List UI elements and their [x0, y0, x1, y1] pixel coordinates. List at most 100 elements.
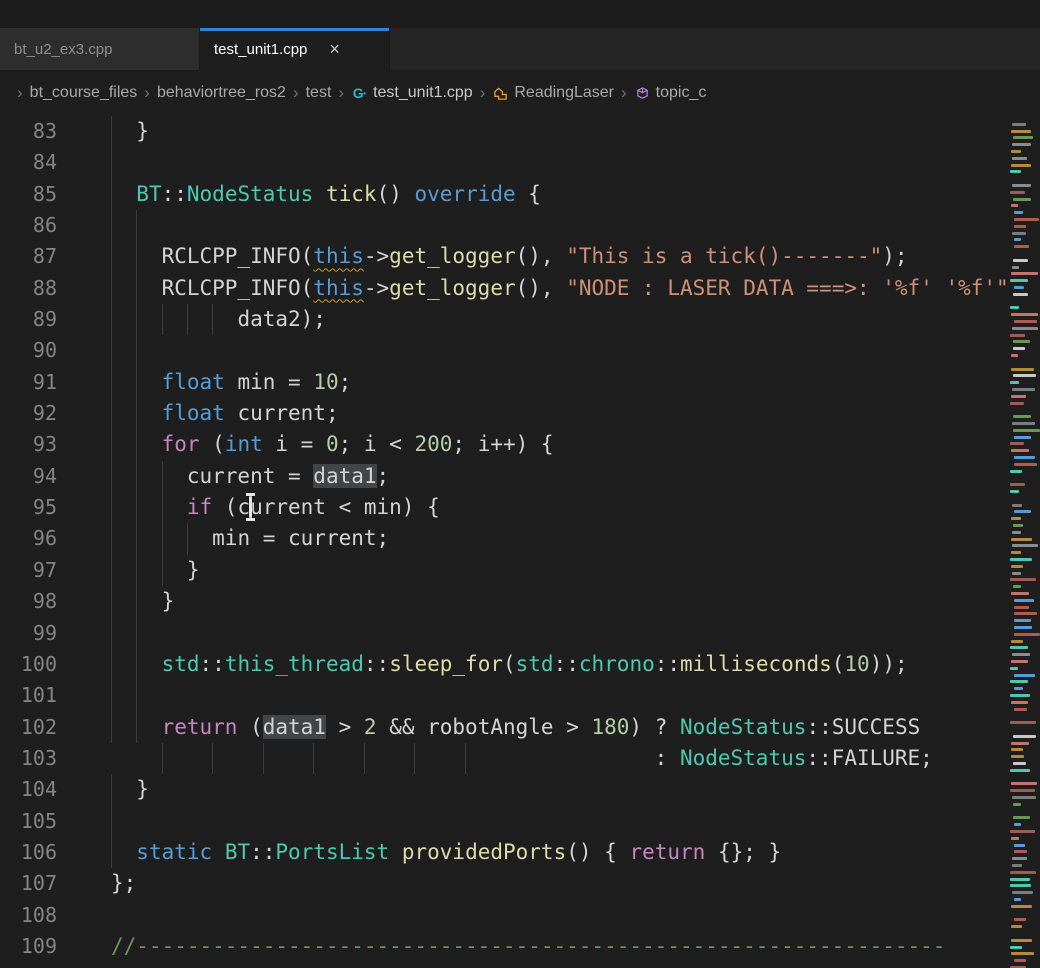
code-line[interactable]: 100 std::this_thread::sleep_for(std::chr…: [0, 649, 1008, 680]
code-line-content[interactable]: RCLCPP_INFO(this->get_logger(), "NODE : …: [57, 273, 1008, 304]
minimap-line: [1013, 585, 1021, 588]
minimap[interactable]: [1008, 116, 1040, 968]
code-line[interactable]: 101: [0, 680, 1008, 711]
code-line[interactable]: 106 static BT::PortsList providedPorts()…: [0, 837, 1008, 868]
code-line-content[interactable]: [57, 147, 1008, 178]
breadcrumb-item-behaviortree-ros2[interactable]: behaviortree_ros2: [157, 84, 286, 102]
code-line-content[interactable]: [57, 618, 1008, 649]
code-line[interactable]: 88 RCLCPP_INFO(this->get_logger(), "NODE…: [0, 273, 1008, 304]
code-line[interactable]: 84: [0, 147, 1008, 178]
code-line-content[interactable]: data2);: [57, 304, 1008, 335]
code-line-content[interactable]: RCLCPP_INFO(this->get_logger(), "This is…: [57, 241, 1008, 272]
breadcrumb-item-test-unit1-cpp[interactable]: G·test_unit1.cpp: [351, 84, 473, 102]
minimap-line: [1010, 279, 1028, 282]
code-line[interactable]: 99: [0, 618, 1008, 649]
code-line[interactable]: 95 if (current < min) {: [0, 492, 1008, 523]
indent-guide: [111, 116, 112, 147]
code-line[interactable]: 105: [0, 806, 1008, 837]
code-indent: [111, 182, 136, 206]
indent-guide: [364, 743, 365, 774]
code-line[interactable]: 103 : NodeStatus::FAILURE;: [0, 743, 1008, 774]
minimap-line: [1011, 701, 1028, 704]
code-line[interactable]: 96 min = current;: [0, 523, 1008, 554]
code-line[interactable]: 109//-----------------------------------…: [0, 931, 1008, 962]
code-area[interactable]: 83 }8485 BT::NodeStatus tick() override …: [0, 116, 1008, 968]
code-line[interactable]: 91 float min = 10;: [0, 367, 1008, 398]
indent-guide: [111, 492, 112, 523]
line-number: 106: [0, 837, 57, 868]
code-line-content[interactable]: };: [57, 868, 1008, 899]
symbol-class-icon: [492, 85, 509, 102]
code-line-content[interactable]: min = current;: [57, 523, 1008, 554]
minimap-line: [1014, 456, 1035, 459]
indent-guide: [136, 492, 137, 523]
indent-guide: [111, 210, 112, 241]
code-line-content[interactable]: if (current < min) {: [57, 492, 1008, 523]
indent-guide: [263, 743, 264, 774]
code-line-content[interactable]: [57, 680, 1008, 711]
code-line[interactable]: 90: [0, 335, 1008, 366]
indent-guide: [111, 398, 112, 429]
minimap-line: [1014, 225, 1026, 228]
tab-test-unit1-cpp[interactable]: test_unit1.cpp×: [200, 28, 390, 70]
code-token: "This is a tick()-------": [566, 244, 882, 268]
minimap-line: [1010, 170, 1021, 173]
minimap-line: [1010, 334, 1025, 337]
code-line-content[interactable]: }: [57, 555, 1008, 586]
indent-guide: [111, 774, 112, 805]
code-line-content[interactable]: }: [57, 586, 1008, 617]
minimap-line: [1014, 619, 1031, 622]
code-line[interactable]: 86: [0, 210, 1008, 241]
code-line-content[interactable]: std::this_thread::sleep_for(std::chrono:…: [57, 649, 1008, 680]
code-line[interactable]: 107};: [0, 868, 1008, 899]
code-line[interactable]: 102 return (data1 > 2 && robotAngle > 18…: [0, 712, 1008, 743]
code-token: std: [516, 652, 554, 676]
code-line[interactable]: 94 current = data1;: [0, 461, 1008, 492]
line-number: 108: [0, 900, 57, 931]
code-line-content[interactable]: return (data1 > 2 && robotAngle > 180) ?…: [57, 712, 1008, 743]
tab-close-icon[interactable]: ×: [329, 40, 340, 58]
minimap-line: [1012, 653, 1030, 656]
code-line-content[interactable]: current = data1;: [57, 461, 1008, 492]
code-line-content[interactable]: static BT::PortsList providedPorts() { r…: [57, 837, 1008, 868]
indent-guide: [187, 304, 188, 335]
code-line[interactable]: 83 }: [0, 116, 1008, 147]
code-token: "NODE : LASER DATA ===>: '%f' '%f'": [566, 276, 1008, 300]
editor[interactable]: 83 }8485 BT::NodeStatus tick() override …: [0, 116, 1040, 968]
code-line[interactable]: 87 RCLCPP_INFO(this->get_logger(), "This…: [0, 241, 1008, 272]
code-line-content[interactable]: float min = 10;: [57, 367, 1008, 398]
code-line-content[interactable]: //--------------------------------------…: [57, 931, 1008, 962]
code-line-content[interactable]: float current;: [57, 398, 1008, 429]
code-token: for: [162, 432, 200, 456]
code-line[interactable]: 85 BT::NodeStatus tick() override {: [0, 179, 1008, 210]
code-line-content[interactable]: [57, 900, 1008, 931]
code-line-content[interactable]: for (int i = 0; i < 200; i++) {: [57, 429, 1008, 460]
indent-guide: [111, 304, 112, 335]
breadcrumb-item-ReadingLaser[interactable]: ReadingLaser: [492, 84, 614, 102]
breadcrumb-bar: ›bt_course_files›behaviortree_ros2›test›…: [0, 70, 1040, 116]
line-number: 107: [0, 868, 57, 899]
code-line[interactable]: 104 }: [0, 774, 1008, 805]
code-line-content[interactable]: BT::NodeStatus tick() override {: [57, 179, 1008, 210]
code-line-content[interactable]: }: [57, 116, 1008, 147]
tab-bt-u2-ex3-cpp[interactable]: bt_u2_ex3.cpp: [0, 28, 200, 70]
breadcrumb-item-test[interactable]: test: [306, 84, 332, 102]
code-line[interactable]: 98 }: [0, 586, 1008, 617]
code-line[interactable]: 108: [0, 900, 1008, 931]
code-line[interactable]: 89 data2);: [0, 304, 1008, 335]
code-line[interactable]: 93 for (int i = 0; i < 200; i++) {: [0, 429, 1008, 460]
indent-guide: [162, 743, 163, 774]
code-line-content[interactable]: [57, 210, 1008, 241]
code-line-content[interactable]: : NodeStatus::FAILURE;: [57, 743, 1008, 774]
breadcrumb-item-bt-course-files[interactable]: bt_course_files: [30, 84, 138, 102]
code-line[interactable]: 92 float current;: [0, 398, 1008, 429]
code-token: int: [225, 432, 263, 456]
code-line-content[interactable]: [57, 335, 1008, 366]
code-line-content[interactable]: [57, 806, 1008, 837]
minimap-line: [1012, 531, 1021, 534]
line-number: 95: [0, 492, 57, 523]
code-line[interactable]: 97 }: [0, 555, 1008, 586]
breadcrumb-item-topic-c[interactable]: topic_c: [634, 84, 707, 102]
code-token: NodeStatus: [680, 746, 806, 770]
code-line-content[interactable]: }: [57, 774, 1008, 805]
